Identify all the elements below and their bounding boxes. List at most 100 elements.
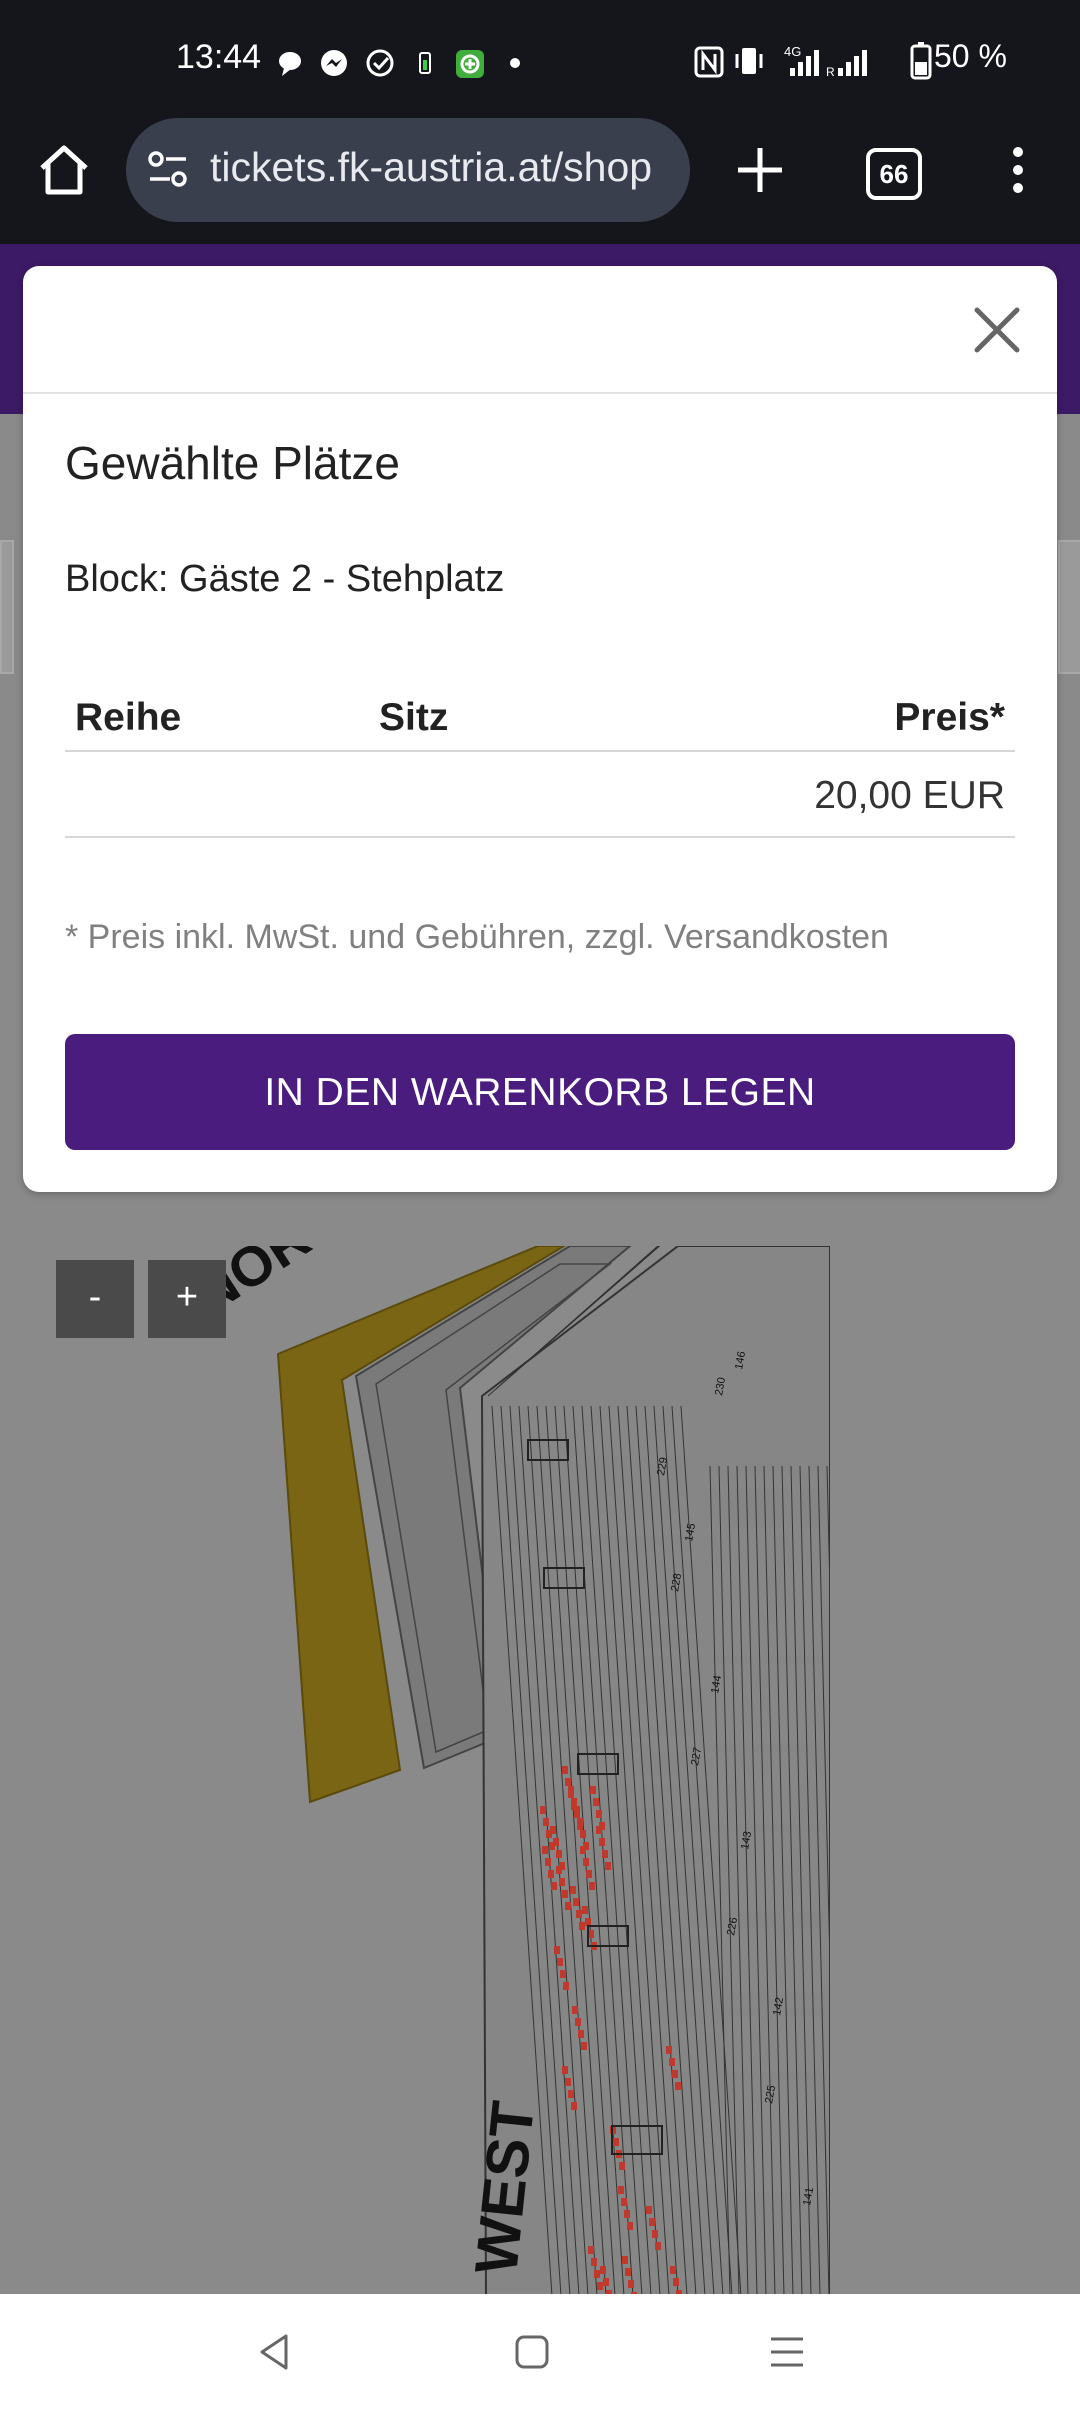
system-nav-bar [0,2294,1080,2412]
taken-seat [543,1818,549,1826]
taken-seat [590,1786,596,1794]
taken-seat [579,1922,585,1930]
taken-seat [571,1798,577,1806]
more-vert-icon[interactable] [1000,142,1036,198]
status-time: 13:44 [176,38,262,76]
taken-seat [551,1882,557,1890]
taken-seat [565,2078,571,2086]
taken-seat [542,1846,548,1854]
background-panel-edge-left [0,540,14,674]
taken-seat [675,2082,681,2090]
column-header-preis: Preis* [894,696,1005,739]
zoom-out-button[interactable]: - [56,1260,134,1338]
taken-seat [649,2218,655,2226]
home-icon[interactable] [36,142,92,198]
price-note: * Preis inkl. MwSt. und Gebühren, zzgl. … [65,918,889,956]
dialog-header-divider [23,392,1057,394]
taken-seat [554,1946,560,1954]
menu-icon[interactable] [768,2334,806,2370]
taken-seat [580,1846,586,1854]
taken-seat [605,1862,611,1870]
taken-seat [573,1898,579,1906]
taken-seat [570,1886,576,1894]
taken-seat [562,1890,568,1898]
taken-seat [576,1910,582,1918]
background-panel-edge-right [1058,540,1080,674]
taken-seat [545,1858,551,1866]
battery-icon [910,42,932,80]
taken-seat [624,2210,630,2218]
taken-seat [583,1858,589,1866]
taken-seat [646,2206,652,2214]
taken-seat [593,1798,599,1806]
messenger-icon [321,50,347,76]
vibrate-icon [735,48,763,74]
taken-seat [562,1766,568,1774]
taken-seat [627,2222,633,2230]
taken-seat [548,1870,554,1878]
taken-seat [581,2042,587,2050]
taken-seat [568,2090,574,2098]
taken-seat [559,1878,565,1886]
column-header-reihe: Reihe [75,696,182,739]
taken-seat [571,2102,577,2110]
selected-seats-dialog: Gewählte Plätze Block: Gäste 2 - Stehpla… [23,266,1057,1192]
taken-seat [628,2280,634,2288]
check-circle-icon [366,49,394,77]
svg-text:4G: 4G [784,44,801,59]
back-icon[interactable] [256,2332,292,2372]
url-bar[interactable]: tickets.fk-austria.at/shop [126,118,690,222]
block-label: Block: Gäste 2 - Stehplatz [65,558,505,600]
zoom-in-button[interactable]: + [148,1260,226,1338]
taken-seat [556,1866,562,1874]
cell-preis: 20,00 EUR [814,774,1005,817]
nfc-icon [694,46,724,78]
taken-seat [557,1958,563,1966]
chat-bubble-icon [279,52,301,76]
taken-seat [621,2198,627,2206]
taken-seat [591,2258,597,2266]
taken-seat [560,1970,566,1978]
taken-seat [600,2266,606,2274]
taken-seat [585,1918,591,1926]
table-row: 20,00 EUR [65,754,1015,838]
notification-icons [279,49,520,78]
battery-percent: 50 % [934,38,1007,74]
taken-seat [563,1982,569,1990]
svg-text:R: R [826,65,835,79]
stadium-seat-map[interactable]: NORD 23014622914522814422714322614222514… [170,1246,830,2296]
taken-seat [673,2278,679,2286]
taken-seat [568,1786,574,1794]
table-header-row: Reihe Sitz Preis* [65,686,1015,752]
taken-seat [577,1818,583,1826]
taken-seat [596,1810,602,1818]
taken-seat [575,2018,581,2026]
close-icon[interactable] [969,302,1025,358]
site-settings-icon[interactable] [146,148,190,192]
taken-seat [599,1838,605,1846]
taken-seat [574,1806,580,1814]
url-text: tickets.fk-austria.at/shop [210,144,653,190]
taken-seat [602,1850,608,1858]
new-tab-icon[interactable] [732,142,788,198]
taken-seat [655,2242,661,2250]
dialog-title: Gewählte Plätze [65,437,400,489]
taken-seat [582,1906,588,1914]
taken-seat [622,2256,628,2264]
taken-seat [553,1838,559,1846]
signal-roaming-icon: R [826,50,867,79]
taken-seat [586,1870,592,1878]
green-app-icon [456,50,484,78]
taken-seat [603,2278,609,2286]
battery-saver-icon [419,52,431,74]
taken-seat [613,2138,619,2146]
taken-seat [594,2270,600,2278]
add-to-cart-button[interactable]: IN DEN WARENKORB LEGEN [65,1034,1015,1150]
dot-icon [510,58,520,68]
home-square-icon[interactable] [514,2334,550,2370]
tabs-icon[interactable]: 66 [866,148,922,200]
taken-seat [589,1882,595,1890]
taken-seat [540,1806,546,1814]
taken-seat [580,1830,586,1838]
taken-seat [565,1778,571,1786]
